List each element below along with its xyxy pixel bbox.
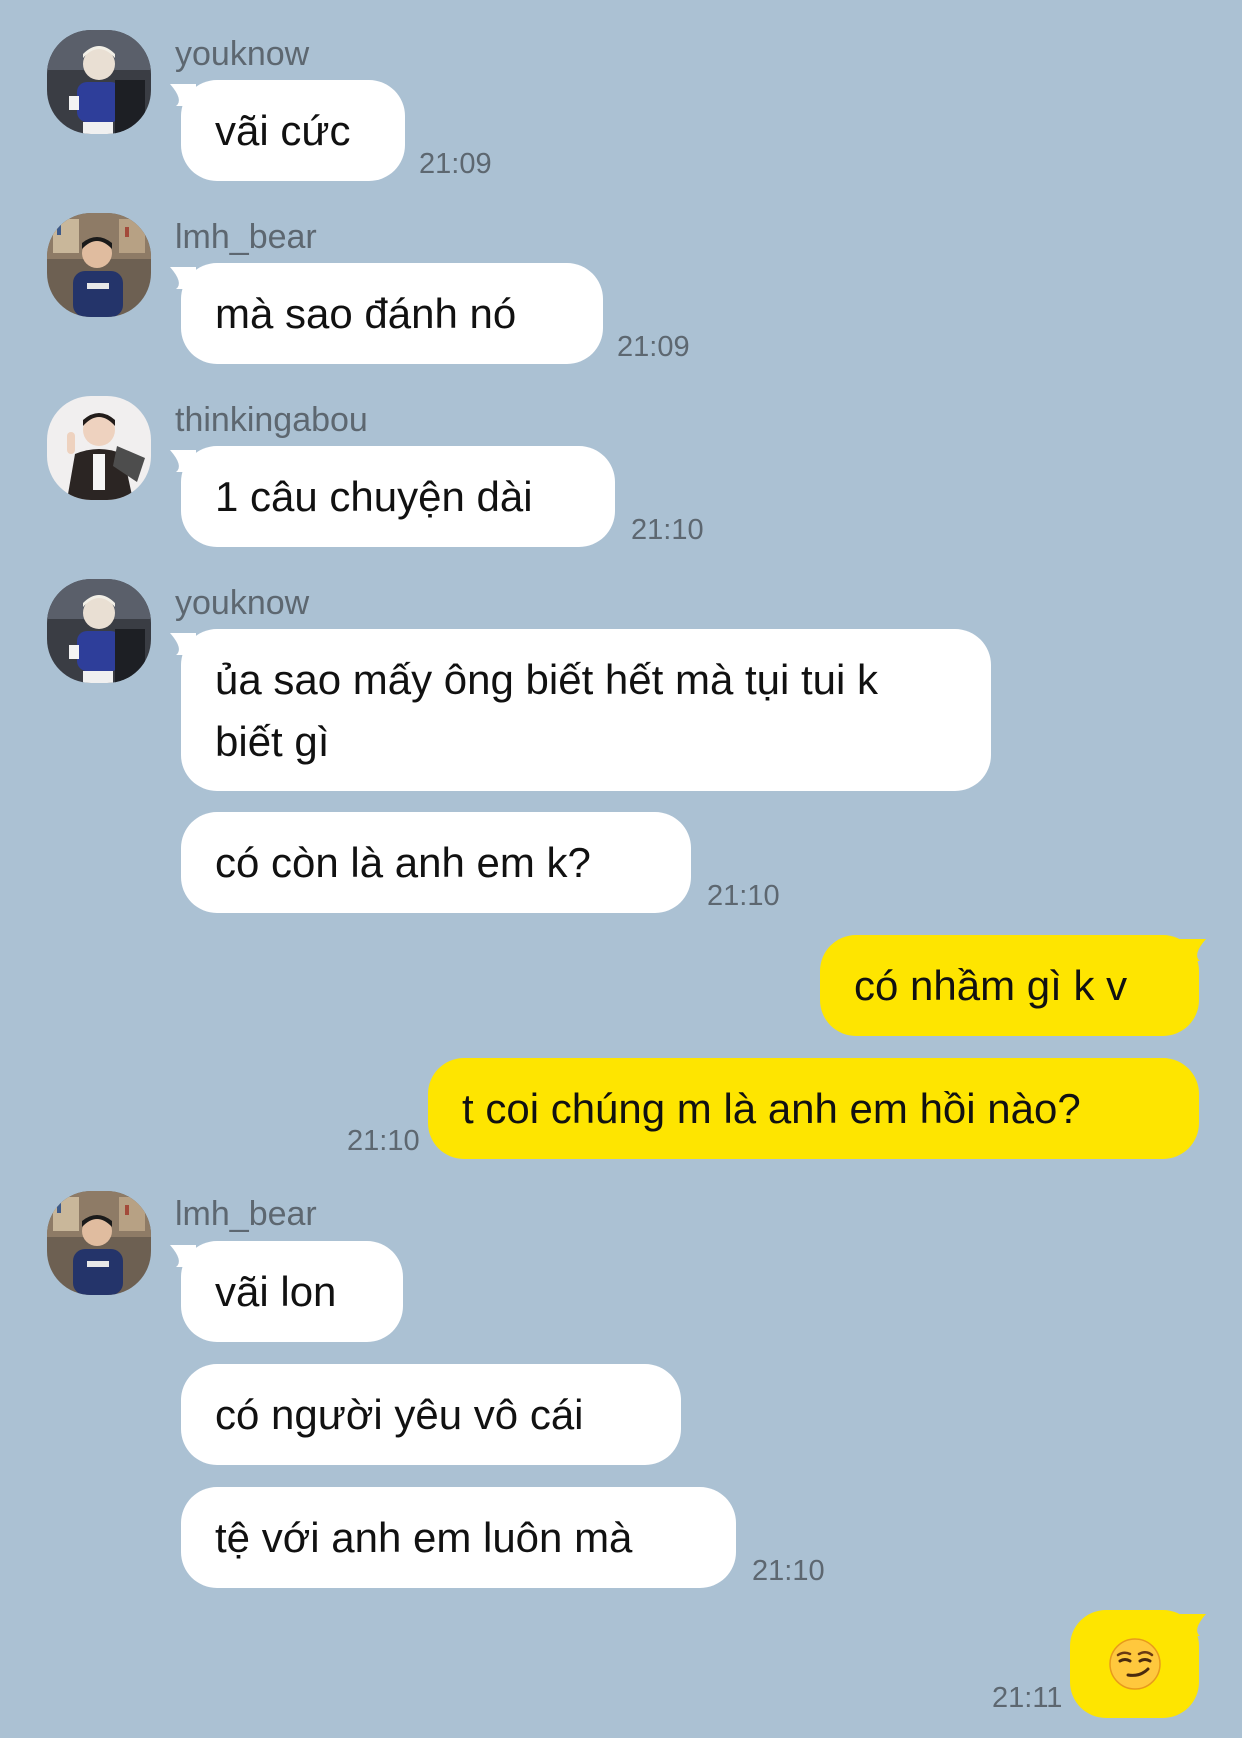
message-time: 21:09 [617, 331, 690, 363]
message-time: 21:10 [707, 880, 780, 912]
message-bubble[interactable]: vãi cức [181, 80, 405, 181]
message-bubble[interactable]: vãi lon [181, 1241, 403, 1342]
message-time: 21:10 [347, 1125, 420, 1157]
bubble-tail [1180, 939, 1206, 961]
message-bubble[interactable]: có người yêu vô cái [181, 1364, 681, 1465]
avatar-youknow[interactable] [47, 30, 151, 134]
message-time: 21:10 [752, 1555, 825, 1587]
avatar-lmh_bear[interactable] [47, 213, 151, 317]
message-time: 21:10 [631, 514, 704, 546]
sender-name: youknow [175, 35, 310, 73]
avatar-thinkingabou[interactable] [47, 396, 151, 500]
message-time: 21:11 [992, 1682, 1063, 1714]
sender-name: youknow [175, 584, 310, 622]
message-bubble[interactable]: tệ với anh em luôn mà [181, 1487, 736, 1588]
sender-name: thinkingabou [175, 401, 368, 439]
bubble-tail [1180, 1614, 1206, 1636]
sender-name: lmh_bear [175, 218, 317, 256]
sender-name: lmh_bear [175, 1195, 317, 1233]
message-time: 21:09 [419, 148, 492, 180]
outgoing-message-bubble[interactable]: có nhầm gì k v [820, 935, 1199, 1036]
message-bubble[interactable]: mà sao đánh nó [181, 263, 603, 364]
avatar-youknow[interactable] [47, 579, 151, 683]
avatar-lmh_bear[interactable] [47, 1191, 151, 1295]
message-bubble[interactable]: 1 câu chuyện dài [181, 446, 615, 547]
outgoing-message-bubble[interactable]: t coi chúng m là anh em hồi nào? [428, 1058, 1199, 1159]
message-bubble[interactable]: ủa sao mấy ông biết hết mà tụi tui k biế… [181, 629, 991, 791]
smirking-face-icon [1109, 1638, 1161, 1690]
message-bubble[interactable]: có còn là anh em k? [181, 812, 691, 913]
